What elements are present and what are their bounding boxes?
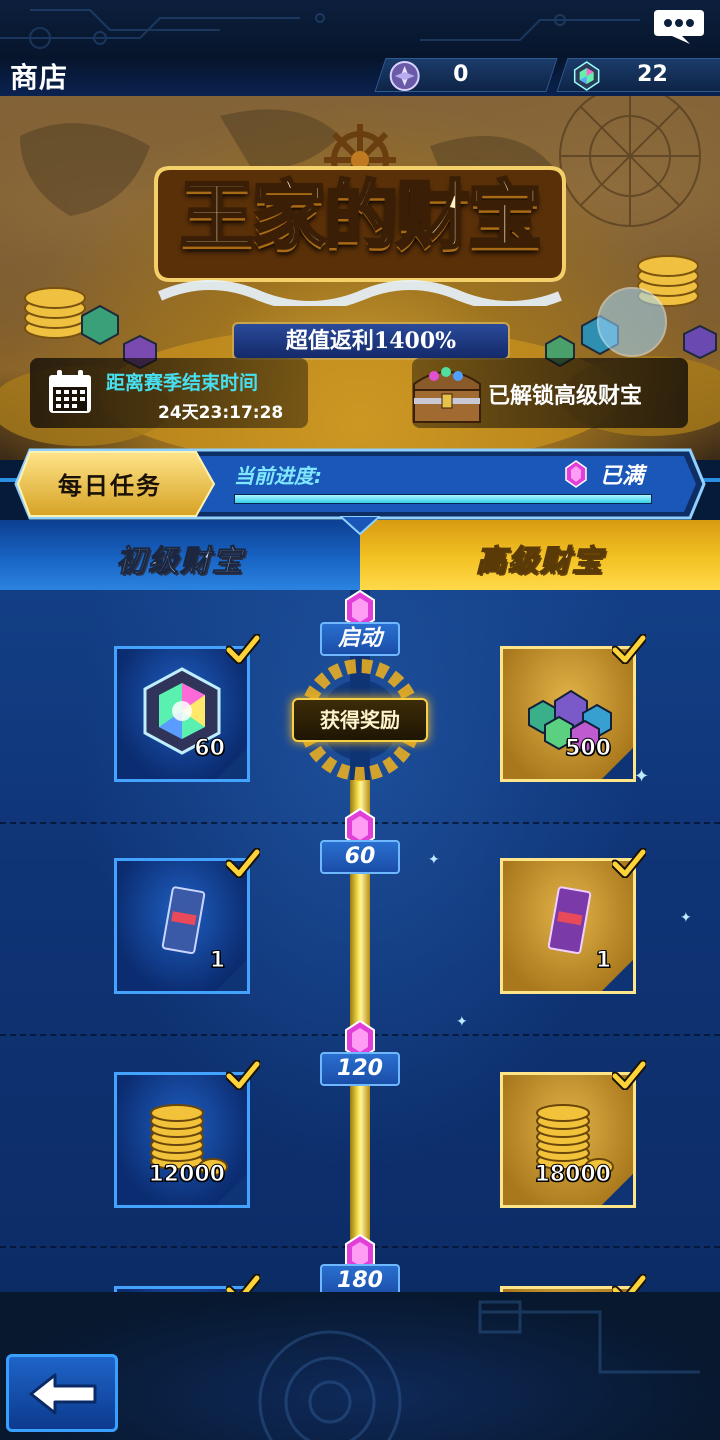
daily-progress-bar <box>234 494 652 504</box>
reward-qty: 60 <box>194 736 226 762</box>
back-button[interactable] <box>6 1354 118 1432</box>
chat-bubble-icon[interactable] <box>652 6 706 46</box>
claim-reward-button[interactable]: 获得奖励 <box>292 698 428 742</box>
shop-screen: 商店 0 22 王家的财宝 超值返利1400% 距离赛季结束时间 24天23:1… <box>0 0 720 1440</box>
tab-premium-treasure[interactable]: 高级财宝 <box>360 520 720 590</box>
currency-orb: 0 <box>374 58 558 92</box>
season-end-label: 距离赛季结束时间 <box>106 372 259 394</box>
reward-card-premium-0[interactable]: 500 <box>500 646 636 782</box>
reward-card-premium-1[interactable]: 1 <box>500 858 636 994</box>
reward-card-basic-0[interactable]: 60 <box>114 646 250 782</box>
checkmark-icon <box>612 1274 646 1292</box>
treasure-chest-icon <box>413 367 481 423</box>
reward-card-basic-2[interactable]: 12000 <box>114 1072 250 1208</box>
daily-task-label: 每日任务 <box>58 472 162 500</box>
tab-basic-treasure[interactable]: 初级财宝 <box>0 520 360 590</box>
sparkle-icon: ✦ <box>680 910 692 926</box>
bottom-bar <box>0 1292 720 1440</box>
checkmark-icon <box>612 634 646 664</box>
progress-status: 已满 <box>600 464 645 489</box>
tab-basic-label: 初级财宝 <box>116 544 244 580</box>
reward-track[interactable]: ✦ ✦ ✦ ✦ 启动 获得奖励 60 500 60 1 1 120 12000 … <box>0 590 720 1292</box>
top-bar: 商店 0 22 <box>0 0 720 96</box>
reward-qty: 18000 <box>534 1162 612 1188</box>
checkmark-icon <box>226 1060 260 1090</box>
checkmark-icon <box>612 1060 646 1090</box>
reward-qty: 500 <box>565 736 612 762</box>
checkmark-icon <box>612 848 646 878</box>
daily-progress-fill <box>235 495 651 503</box>
page-title: 商店 <box>10 61 69 94</box>
event-banner: 王家的财宝 超值返利1400% 距离赛季结束时间 24天23:17:28 已解锁… <box>0 96 720 460</box>
premium-unlocked-label: 已解锁高级财宝 <box>488 384 643 409</box>
currency-gem: 22 <box>556 58 720 92</box>
logo-title: 王家的财宝 <box>179 172 544 261</box>
season-countdown: 24天23:17:28 <box>158 403 284 423</box>
checkmark-icon <box>226 848 260 878</box>
sparkle-icon: ✦ <box>456 1014 468 1030</box>
reward-card-basic-1[interactable]: 1 <box>114 858 250 994</box>
sparkle-icon: ✦ <box>634 766 650 787</box>
progress-label: 当前进度: <box>234 464 322 488</box>
sparkle-icon: ✦ <box>428 852 440 868</box>
event-logo: 王家的财宝 超值返利1400% <box>150 124 570 360</box>
reward-qty: 12000 <box>148 1162 226 1188</box>
tier-node-label: 60 <box>320 840 400 874</box>
season-timer: 距离赛季结束时间 24天23:17:28 <box>30 358 308 428</box>
reward-qty: 1 <box>209 948 225 974</box>
rainbow-gem-icon <box>573 61 600 91</box>
tier-node-label: 180 <box>320 1264 400 1292</box>
currency-orb-value: 0 <box>453 62 469 87</box>
premium-unlocked-badge: 已解锁高级财宝 <box>412 358 688 428</box>
circuit-decoration <box>0 9 640 49</box>
tab-pointer-icon <box>340 516 380 536</box>
pink-gem-icon <box>565 460 587 488</box>
tier-node-label: 120 <box>320 1052 400 1086</box>
reward-card-premium-2[interactable]: 18000 <box>500 1072 636 1208</box>
tab-premium-label: 高级财宝 <box>475 543 604 580</box>
purple-orb-icon <box>389 61 420 91</box>
checkmark-icon <box>226 634 260 664</box>
calendar-icon <box>49 370 91 413</box>
reward-qty: 1 <box>595 948 611 974</box>
back-arrow-icon <box>29 1373 97 1415</box>
currency-gem-value: 22 <box>637 62 668 87</box>
checkmark-icon <box>226 1274 260 1292</box>
